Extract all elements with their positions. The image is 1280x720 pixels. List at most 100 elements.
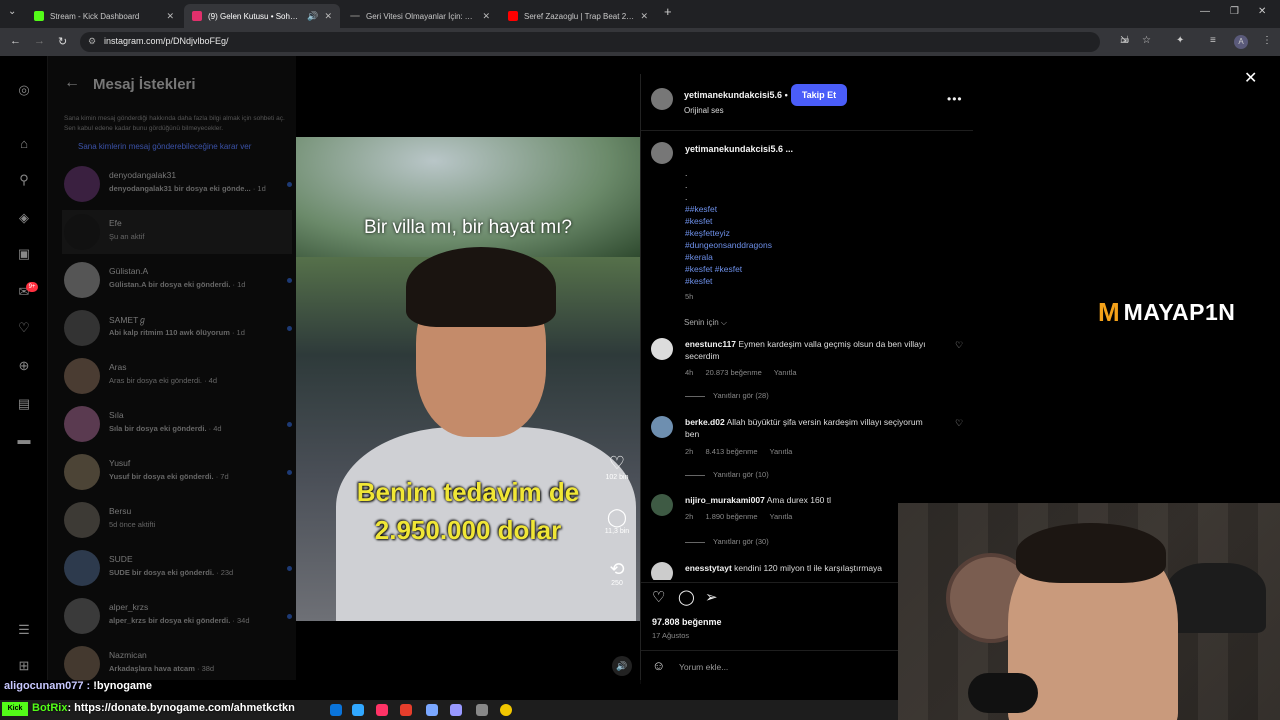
tab-search-icon[interactable]: ⌄ bbox=[8, 6, 16, 17]
reel-video[interactable]: Bir villa mı, bir hayat mı? Benim tedavi… bbox=[296, 137, 640, 621]
extensions-icon[interactable]: ✦ bbox=[1176, 35, 1184, 46]
conversation-item[interactable]: Sıla Sıla bir dosya eki gönderdi. · 4d bbox=[62, 402, 292, 446]
commenter-avatar[interactable] bbox=[651, 494, 673, 516]
reels-icon[interactable]: ▣ bbox=[16, 246, 32, 262]
reply-button[interactable]: Yanıtla bbox=[770, 447, 793, 456]
avatar bbox=[64, 310, 100, 346]
comment-sort-dropdown[interactable]: Senin için ⌵ bbox=[684, 318, 727, 328]
hashtag-link[interactable]: ##kesfet bbox=[685, 204, 717, 214]
like-icon[interactable]: ♡ bbox=[652, 588, 665, 606]
premiere-taskbar-icon[interactable] bbox=[450, 704, 462, 716]
comment-likes[interactable]: 8.413 beğenme bbox=[705, 447, 757, 456]
hashtag-link[interactable]: #kesfet bbox=[685, 276, 712, 286]
home-icon[interactable]: ⌂ bbox=[16, 136, 32, 152]
conversation-item[interactable]: SAMETℊ Abi kalp ritmim 110 awk ölüyorum … bbox=[62, 306, 292, 350]
close-icon[interactable]: ✕ bbox=[1244, 68, 1257, 88]
hashtag-link[interactable]: #kesfet #kesfet bbox=[685, 264, 742, 274]
edge-taskbar-icon[interactable] bbox=[330, 704, 342, 716]
caption-username[interactable]: yetimanekundakcisi5.6 ... bbox=[685, 144, 793, 154]
forward-icon[interactable]: → bbox=[34, 35, 45, 47]
close-window-icon[interactable]: ✕ bbox=[1258, 6, 1266, 17]
audio-label[interactable]: Orijinal ses bbox=[684, 106, 724, 115]
menu-kebab-icon[interactable]: ⋮ bbox=[1262, 35, 1272, 46]
hashtag-link[interactable]: #kesfet bbox=[685, 216, 712, 226]
media-icon[interactable]: ≡ bbox=[1210, 35, 1216, 46]
emoji-icon[interactable]: ☺ bbox=[652, 658, 665, 673]
likes-count[interactable]: 97.808 beğenme bbox=[652, 617, 722, 627]
explore-icon[interactable]: ◈ bbox=[16, 210, 32, 226]
create-icon[interactable]: ⊕ bbox=[16, 358, 32, 374]
conversation-item[interactable]: Bersu 5d önce aktifti bbox=[62, 498, 292, 542]
chrome-taskbar-icon[interactable] bbox=[500, 704, 512, 716]
reload-icon[interactable]: ↻ bbox=[58, 35, 67, 48]
commenter-avatar[interactable] bbox=[651, 338, 673, 360]
author-username[interactable]: yetimanekundakcisi5.6 • bbox=[684, 90, 788, 100]
restore-icon[interactable]: ❐ bbox=[1230, 6, 1239, 17]
comment-icon[interactable]: ◯ bbox=[678, 588, 695, 606]
obs-taskbar-icon[interactable] bbox=[476, 704, 488, 716]
comment-likes[interactable]: 1.890 beğenme bbox=[705, 512, 757, 521]
also-from-meta-icon[interactable]: ⊞ bbox=[16, 658, 32, 674]
site-info-icon[interactable]: ⚙ bbox=[88, 36, 96, 47]
conversation-item[interactable]: Efe Şu an aktif bbox=[62, 210, 292, 254]
commenter-avatar[interactable] bbox=[651, 416, 673, 438]
close-tab-icon[interactable]: ✕ bbox=[166, 11, 174, 22]
mute-toggle-icon[interactable]: 🔊 bbox=[612, 656, 632, 676]
video-like-button[interactable]: ♡ 102 bin bbox=[602, 453, 632, 481]
conversation-item[interactable]: alper_krzs alper_krzs bir dosya eki gönd… bbox=[62, 594, 292, 638]
tab-article[interactable]: Geri Vitesi Olmayanlar İçin: Ata ✕ bbox=[342, 4, 498, 28]
comment-likes[interactable]: 20.873 beğenme bbox=[705, 368, 761, 377]
follow-button[interactable]: Takip Et bbox=[791, 84, 847, 106]
share-icon[interactable]: ➢ bbox=[705, 588, 718, 606]
photoshop-taskbar-icon[interactable] bbox=[352, 704, 364, 716]
conversation-item[interactable]: Gülistan.A Gülistan.A bir dosya eki gönd… bbox=[62, 258, 292, 302]
app-taskbar-icon[interactable] bbox=[426, 704, 438, 716]
back-icon[interactable]: ← bbox=[10, 35, 21, 47]
message-settings-link[interactable]: Sana kimlerin mesaj gönderebileceğine ka… bbox=[78, 142, 251, 151]
notifications-icon[interactable]: ♡ bbox=[16, 320, 32, 336]
commenter-avatar[interactable] bbox=[651, 562, 673, 580]
instagram-logo-icon[interactable]: ◎ bbox=[16, 82, 32, 98]
reply-button[interactable]: Yanıtla bbox=[770, 512, 793, 521]
hashtag-link[interactable]: #kerala bbox=[685, 252, 713, 262]
author-avatar[interactable] bbox=[651, 88, 673, 110]
address-bar[interactable]: ⚙ instagram.com/p/DNdjvlboFEg/ ⇲ bbox=[80, 32, 1128, 52]
dashboard-icon[interactable]: ▤ bbox=[16, 396, 32, 412]
cast-icon[interactable]: ▭ bbox=[1120, 35, 1129, 46]
comment-like-icon[interactable]: ♡ bbox=[955, 418, 963, 429]
reply-button[interactable]: Yanıtla bbox=[774, 368, 797, 377]
audio-icon[interactable]: 🔊 bbox=[307, 11, 318, 22]
comment-input[interactable] bbox=[679, 660, 909, 674]
video-comment-button[interactable]: ◯ 11,3 bin bbox=[602, 507, 632, 535]
hashtag-link[interactable]: #dungeonsanddragons bbox=[685, 240, 772, 250]
more-menu-icon[interactable]: ☰ bbox=[16, 622, 32, 638]
conversation-item[interactable]: denyodangalak31 denyodangalak31 bir dosy… bbox=[62, 162, 292, 206]
more-options-icon[interactable]: ••• bbox=[947, 92, 963, 106]
tab-youtube[interactable]: Seref Zazaoglu | Trap Beat 2024 ✕ bbox=[500, 4, 656, 28]
illustrator-taskbar-icon[interactable] bbox=[376, 704, 388, 716]
hashtag-link[interactable]: #keşfetteyiz bbox=[685, 228, 730, 238]
view-replies-button[interactable]: Yanıtları gör (10) bbox=[685, 470, 769, 479]
bookmark-star-icon[interactable]: ☆ bbox=[1142, 35, 1151, 46]
conversation-item[interactable]: Aras Aras bir dosya eki gönderdi. · 4d bbox=[62, 354, 292, 398]
tab-kick-dashboard[interactable]: Stream - Kick Dashboard ✕ bbox=[26, 4, 182, 28]
view-replies-button[interactable]: Yanıtları gör (28) bbox=[685, 391, 769, 400]
video-share-button[interactable]: ⟲ 250 bbox=[602, 559, 632, 587]
close-tab-icon[interactable]: ✕ bbox=[482, 11, 490, 22]
view-replies-button[interactable]: Yanıtları gör (30) bbox=[685, 537, 769, 546]
caption-avatar[interactable] bbox=[651, 142, 673, 164]
comment-like-icon[interactable]: ♡ bbox=[955, 340, 963, 351]
back-arrow-icon[interactable]: ← bbox=[64, 74, 80, 92]
profile-avatar[interactable]: A bbox=[1234, 35, 1248, 49]
app-taskbar-icon[interactable] bbox=[400, 704, 412, 716]
close-tab-icon[interactable]: ✕ bbox=[640, 11, 648, 22]
tab-instagram[interactable]: (9) Gelen Kutusu • Sohbetler 🔊 ✕ bbox=[184, 4, 340, 28]
conversation-item[interactable]: Yusuf Yusuf bir dosya eki gönderdi. · 7d bbox=[62, 450, 292, 494]
new-tab-icon[interactable]: + bbox=[664, 4, 672, 19]
conversation-item[interactable]: SUDE SUDE bir dosya eki gönderdi. · 23d bbox=[62, 546, 292, 590]
threads-icon[interactable]: ▬ bbox=[16, 432, 32, 448]
conversation-preview: Aras bir dosya eki gönderdi. · 4d bbox=[109, 376, 217, 385]
search-icon[interactable]: ⚲ bbox=[16, 172, 32, 188]
close-tab-icon[interactable]: ✕ bbox=[324, 11, 332, 22]
minimize-icon[interactable]: — bbox=[1200, 6, 1210, 17]
